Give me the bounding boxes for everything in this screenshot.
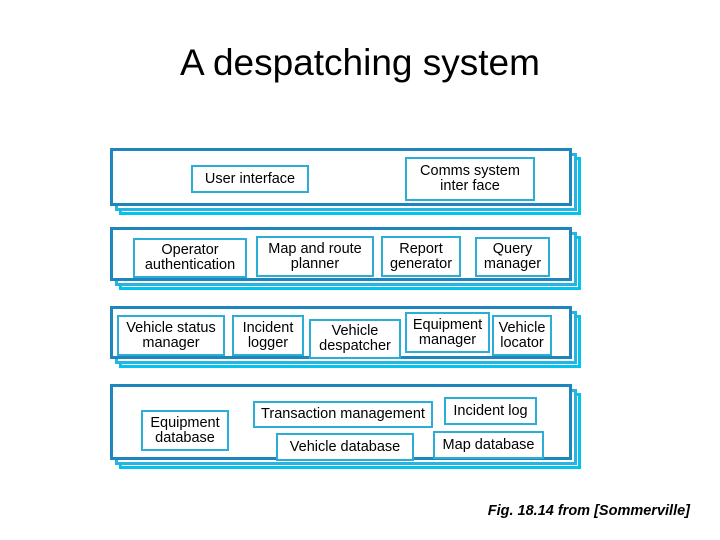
component-equipment-manager[interactable]: Equipment manager <box>405 312 490 353</box>
layer-band: Vehicle status manager Incident logger Veh… <box>110 306 572 359</box>
component-query-manager[interactable]: Query manager <box>475 237 550 277</box>
component-report-generator[interactable]: Report generator <box>381 236 461 277</box>
layer-presentation-layer: User interface Comms system inter face <box>110 148 581 215</box>
component-map-and-route-planner[interactable]: Map and route planner <box>256 236 374 277</box>
page-title: A despatching system <box>180 42 540 83</box>
layer-application-services-layer: Operator authentication Map and route pla… <box>110 227 581 290</box>
layered-architecture-diagram: User interface Comms system inter face Ope… <box>110 148 600 488</box>
component-equipment-database[interactable]: Equipment database <box>141 410 229 451</box>
component-operator-authentication[interactable]: Operator authentication <box>133 238 247 278</box>
layer-band: Equipment database Transaction management… <box>110 384 572 461</box>
component-vehicle-database[interactable]: Vehicle database <box>276 433 414 461</box>
component-vehicle-despatcher[interactable]: Vehicle despatcher <box>309 319 401 359</box>
figure-caption: Fig. 18.14 from [Sommerville] <box>487 503 690 519</box>
component-incident-log[interactable]: Incident log <box>444 397 537 425</box>
component-vehicle-locator[interactable]: Vehicle locator <box>492 315 552 356</box>
layer-database-layer: Equipment database Transaction management… <box>110 384 581 469</box>
component-map-database[interactable]: Map database <box>433 431 544 459</box>
layer-band: Operator authentication Map and route pla… <box>110 227 572 281</box>
component-vehicle-status-manager[interactable]: Vehicle status manager <box>117 315 225 356</box>
component-transaction-management[interactable]: Transaction management <box>253 401 433 428</box>
layer-core-services-layer: Vehicle status manager Incident logger Veh… <box>110 306 581 368</box>
component-user-interface[interactable]: User interface <box>191 165 309 193</box>
component-incident-logger[interactable]: Incident logger <box>232 315 304 356</box>
component-comms-system-interface[interactable]: Comms system inter face <box>405 157 535 201</box>
layer-band: User interface Comms system inter face <box>110 148 572 206</box>
